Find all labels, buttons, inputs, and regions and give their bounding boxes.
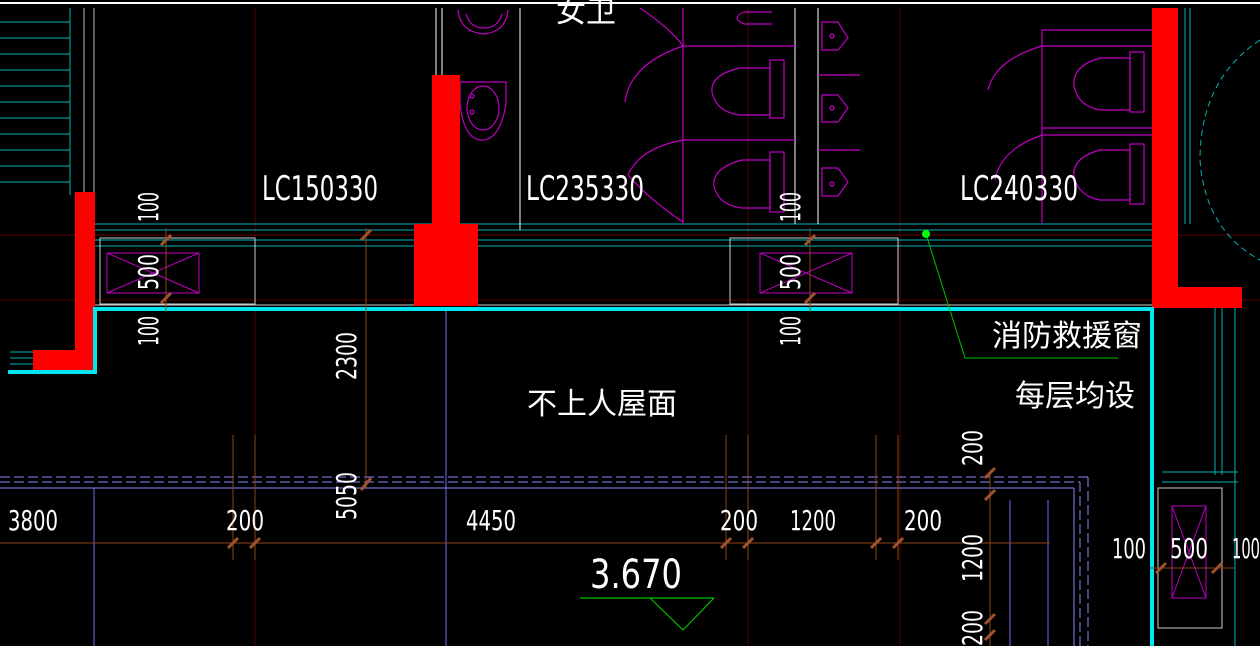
cad-drawing-area[interactable]: 女卫 LC150330 LC235330 LC240330 不上人屋面 消防救援… [0,0,1260,646]
dim-span-3800: 3800 [8,504,58,537]
urinals [818,21,860,197]
wall-section-lines [95,237,1152,306]
leader-point [922,230,930,238]
dim-height-2300: 2300 [330,332,363,380]
roof-label: 不上人屋面 [527,387,677,422]
elevation-mark [580,597,715,631]
dim-span-200-a: 200 [226,504,264,537]
dim-right-500: 500 [1170,532,1208,565]
dim-right-100-b: 100 [1232,532,1260,565]
door-swing-arc [1199,39,1260,261]
roof-parapet [0,476,1089,646]
sink-icon [457,9,509,141]
wall-thin-lines-left [83,8,95,195]
dim-span-200-c: 200 [904,504,942,537]
stair-hatch [0,8,71,195]
left-small-lines [10,351,33,365]
dim-span-4450: 4450 [466,504,516,537]
dim-left-wall-top: 100 [132,192,165,222]
room-label-top: 女卫 [556,0,616,30]
dim-mid-wall-mid: 500 [774,254,807,290]
dim-span-1200: 1200 [790,504,836,537]
rescue-window-note-line1: 消防救援窗 [992,319,1142,354]
dim-mid-wall-bot: 100 [774,316,807,346]
toilet-stalls-middle [624,7,795,224]
dim-height-5050: 5050 [330,472,363,520]
dim-left-wall-mid: 500 [132,254,165,290]
cad-viewport[interactable]: 女卫 LC150330 LC235330 LC240330 不上人屋面 消防救援… [0,0,1260,646]
dim-right-1200: 1200 [956,534,989,582]
dim-right-200-top: 200 [956,430,989,466]
window-label-1: LC150330 [262,169,378,209]
window-label-3: LC240330 [960,169,1078,209]
window-label-2: LC235330 [526,169,644,209]
dim-span-200-b: 200 [720,504,758,537]
dim-mid-wall-top: 100 [774,192,807,222]
dim-right-100-a: 100 [1112,532,1146,565]
dim-right-200-bot: 200 [956,610,989,646]
dim-left-wall-bot: 100 [132,316,165,346]
dimension-ticks [159,228,1224,642]
grid-lines [93,310,1049,646]
elevation-value: 3.670 [590,552,682,598]
rescue-window-note-line2: 每层均设 [1015,379,1135,414]
